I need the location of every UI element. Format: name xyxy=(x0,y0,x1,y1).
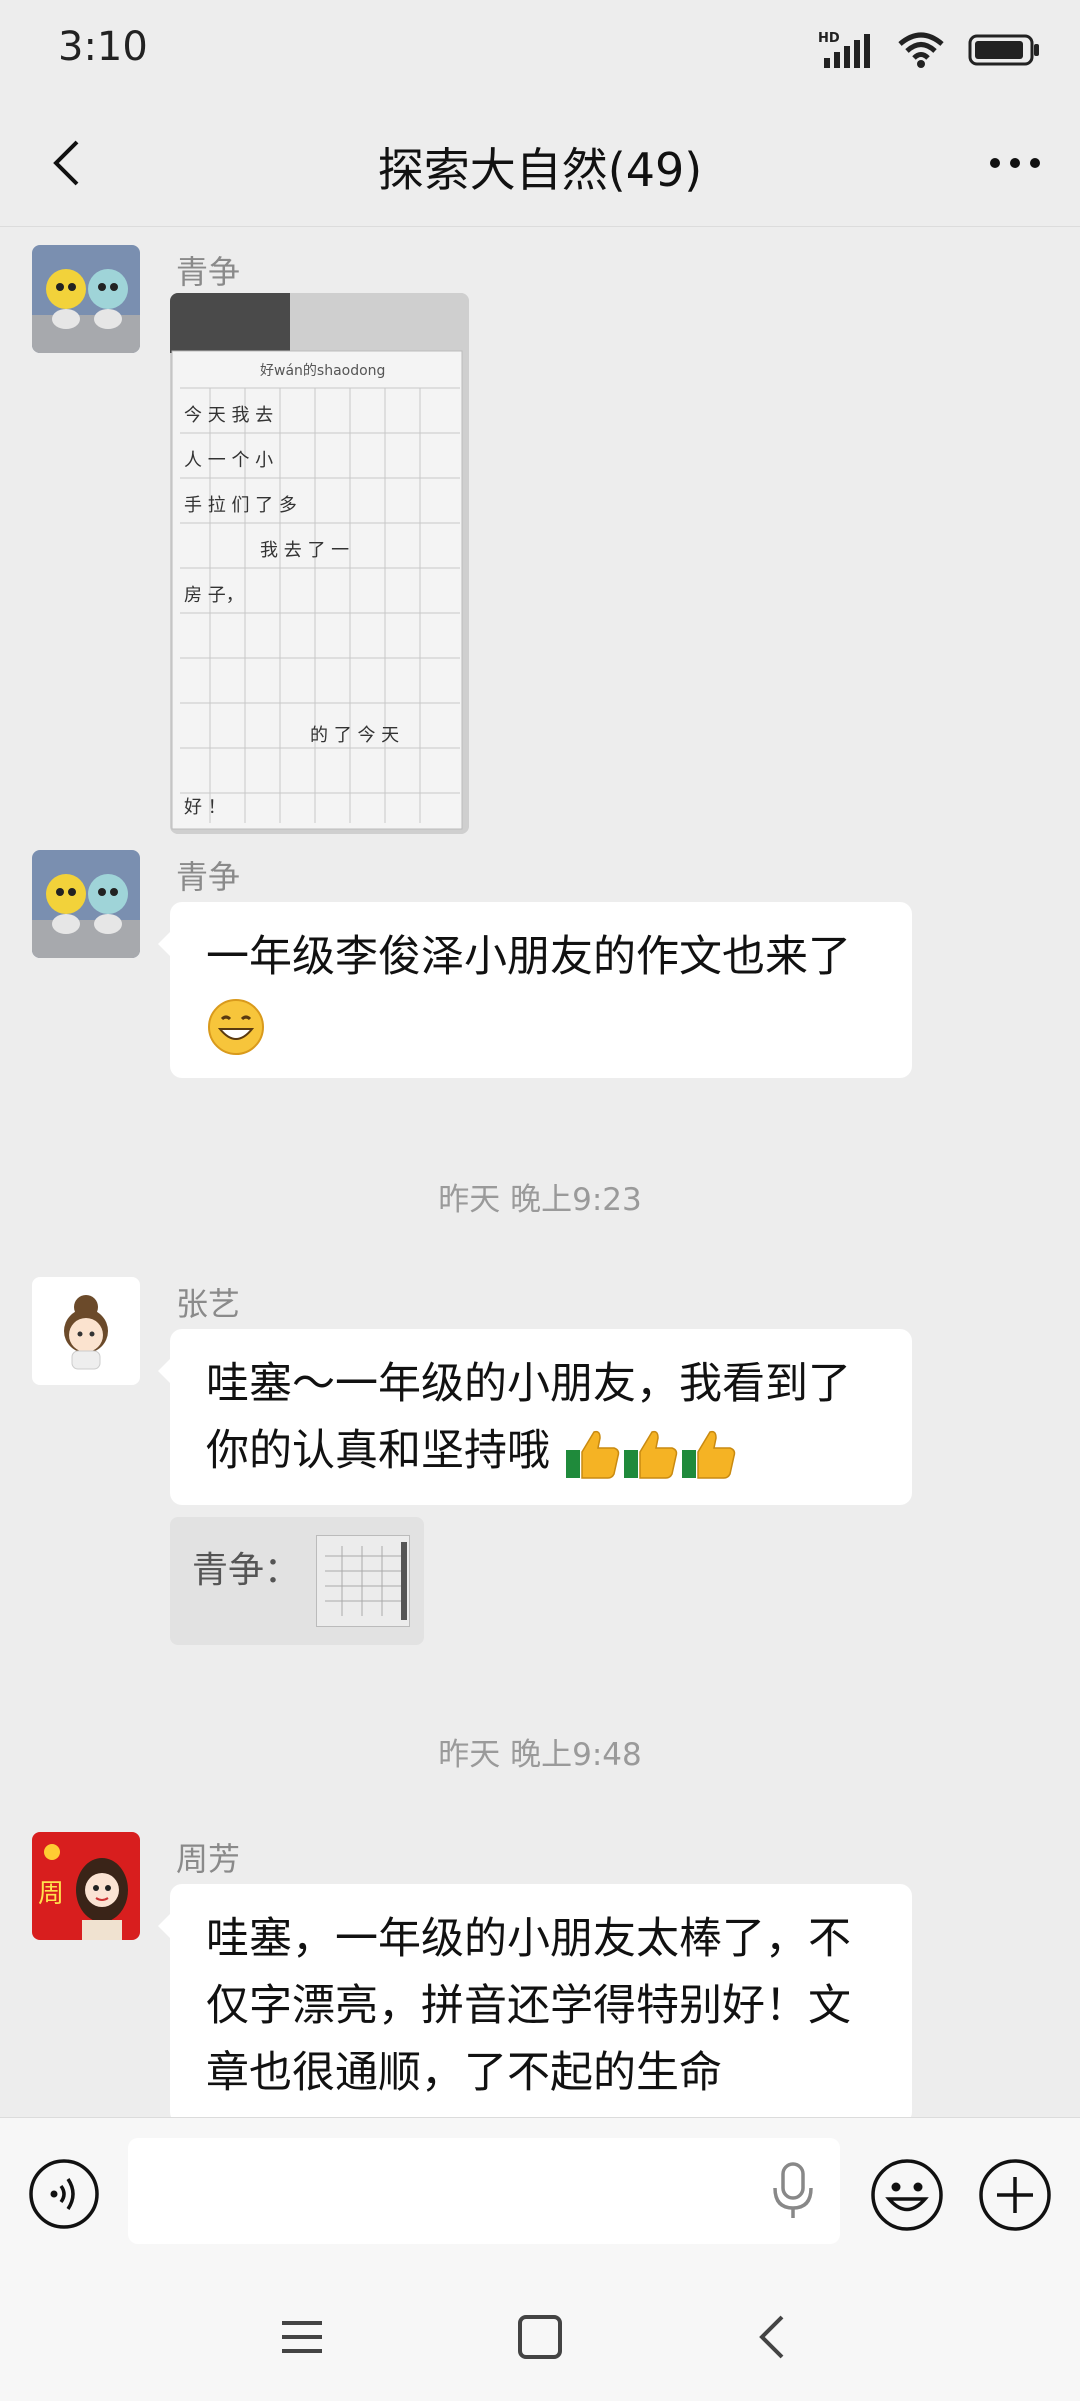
avatar-qingzheng[interactable] xyxy=(32,850,140,958)
microphone-icon xyxy=(773,2162,813,2218)
message-bubble[interactable]: 一年级李俊泽小朋友的作文也来了 xyxy=(158,902,912,1078)
plus-icon xyxy=(979,2159,1051,2231)
system-navigation-bar xyxy=(0,2273,1080,2401)
photo-row: 今 天 我 去 xyxy=(184,405,273,426)
signal-icon: HD xyxy=(818,31,870,68)
sender-name: 张艺 xyxy=(176,1285,241,1323)
avatar-dolls-image xyxy=(32,850,140,958)
photo-row: 好 ！ xyxy=(184,797,226,818)
photo-title: 好wán的shaodong xyxy=(260,363,385,379)
timestamp: 昨天 晚上9:48 xyxy=(438,1737,642,1773)
sender-name: 青争 xyxy=(176,858,241,896)
photo-row: 手 拉 们 了 多 xyxy=(184,495,297,516)
voice-mode-button[interactable] xyxy=(28,2158,100,2230)
menu-icon xyxy=(282,2321,322,2353)
message-text-line3: 章也很通顺，了不起的生命 xyxy=(206,2048,722,2098)
message-input[interactable] xyxy=(128,2138,840,2244)
more-actions-button[interactable] xyxy=(978,2158,1052,2232)
thumbs-up-icon xyxy=(681,1430,735,1479)
photo-row: 房 子， xyxy=(184,585,244,606)
chat-messages: 青争 好wán的shaodong 今 天 我 去 人 一 个 小 手 拉 们 了… xyxy=(0,227,1080,2117)
input-bar xyxy=(0,2117,1080,2274)
quote-sender: 青争： xyxy=(192,1550,301,1591)
message-text-line1: 哇塞～一年级的小朋友，我看到了 xyxy=(206,1359,851,1409)
thumbs-up-icon xyxy=(623,1430,677,1479)
more-button[interactable] xyxy=(980,130,1050,196)
avatar-dolls-image xyxy=(32,245,140,353)
grinning-emoji-icon xyxy=(208,998,264,1055)
chat-title: 探索大自然(49) xyxy=(377,143,703,197)
emoji-button[interactable] xyxy=(870,2158,944,2232)
status-time: 3:10 xyxy=(58,24,148,70)
system-back-button[interactable] xyxy=(744,2309,800,2365)
more-icon xyxy=(990,158,1040,168)
chat-header: 探索大自然(49) xyxy=(0,100,1080,227)
thumbs-up-icon xyxy=(565,1430,619,1479)
wifi-icon xyxy=(898,32,944,68)
sender-name: 青争 xyxy=(176,253,241,291)
emoji-icon xyxy=(871,2159,943,2231)
system-menu-button[interactable] xyxy=(274,2309,330,2365)
photo-row: 我 去 了 一 xyxy=(260,540,349,561)
system-home-button[interactable] xyxy=(512,2309,568,2365)
sender-name: 周芳 xyxy=(176,1840,241,1878)
avatar-qingzheng[interactable] xyxy=(32,245,140,353)
avatar-girl-image xyxy=(32,1277,140,1385)
status-bar: 3:10 HD xyxy=(0,0,1080,100)
quote-thumbnail-graphic xyxy=(325,1542,407,1620)
microphone-button[interactable] xyxy=(766,2160,820,2222)
composition-paper-image: 好wán的shaodong 今 天 我 去 人 一 个 小 手 拉 们 了 多 xyxy=(170,293,469,834)
network-label: HD xyxy=(818,31,840,46)
quoted-message[interactable]: 青争： xyxy=(170,1517,424,1645)
status-icons: HD xyxy=(818,30,1040,70)
photo-row: 的 了 今 天 xyxy=(310,725,399,746)
avatar-zhoufang[interactable]: 周 xyxy=(32,1832,140,1940)
message-text-line1: 哇塞，一年级的小朋友太棒了，不 xyxy=(206,1914,851,1964)
message-bubble[interactable]: 哇塞，一年级的小朋友太棒了，不 仅字漂亮，拼音还学得特别好！文 章也很通顺，了不… xyxy=(158,1884,912,2117)
avatar-zhangyi[interactable] xyxy=(32,1277,140,1385)
photo-message[interactable]: 好wán的shaodong 今 天 我 去 人 一 个 小 手 拉 们 了 多 xyxy=(170,293,469,834)
photo-row: 人 一 个 小 xyxy=(184,450,273,471)
message-text-line2: 仅字漂亮，拼音还学得特别好！文 xyxy=(206,1981,851,2031)
quote-thumbnail-image[interactable] xyxy=(316,1535,410,1627)
avatar-char: 周 xyxy=(38,1879,64,1909)
timestamp: 昨天 晚上9:23 xyxy=(438,1182,642,1218)
message-bubble[interactable]: 哇塞～一年级的小朋友，我看到了 你的认真和坚持哦 xyxy=(158,1329,912,1505)
battery-icon xyxy=(968,34,1039,66)
message-text: 一年级李俊泽小朋友的作文也来了 xyxy=(206,932,851,982)
home-square-icon xyxy=(518,2315,562,2359)
avatar-girl-red-image: 周 xyxy=(32,1832,140,1940)
message-text-line2: 你的认真和坚持哦 xyxy=(206,1426,550,1476)
back-triangle-icon xyxy=(759,2315,784,2359)
voice-icon xyxy=(29,2159,99,2229)
